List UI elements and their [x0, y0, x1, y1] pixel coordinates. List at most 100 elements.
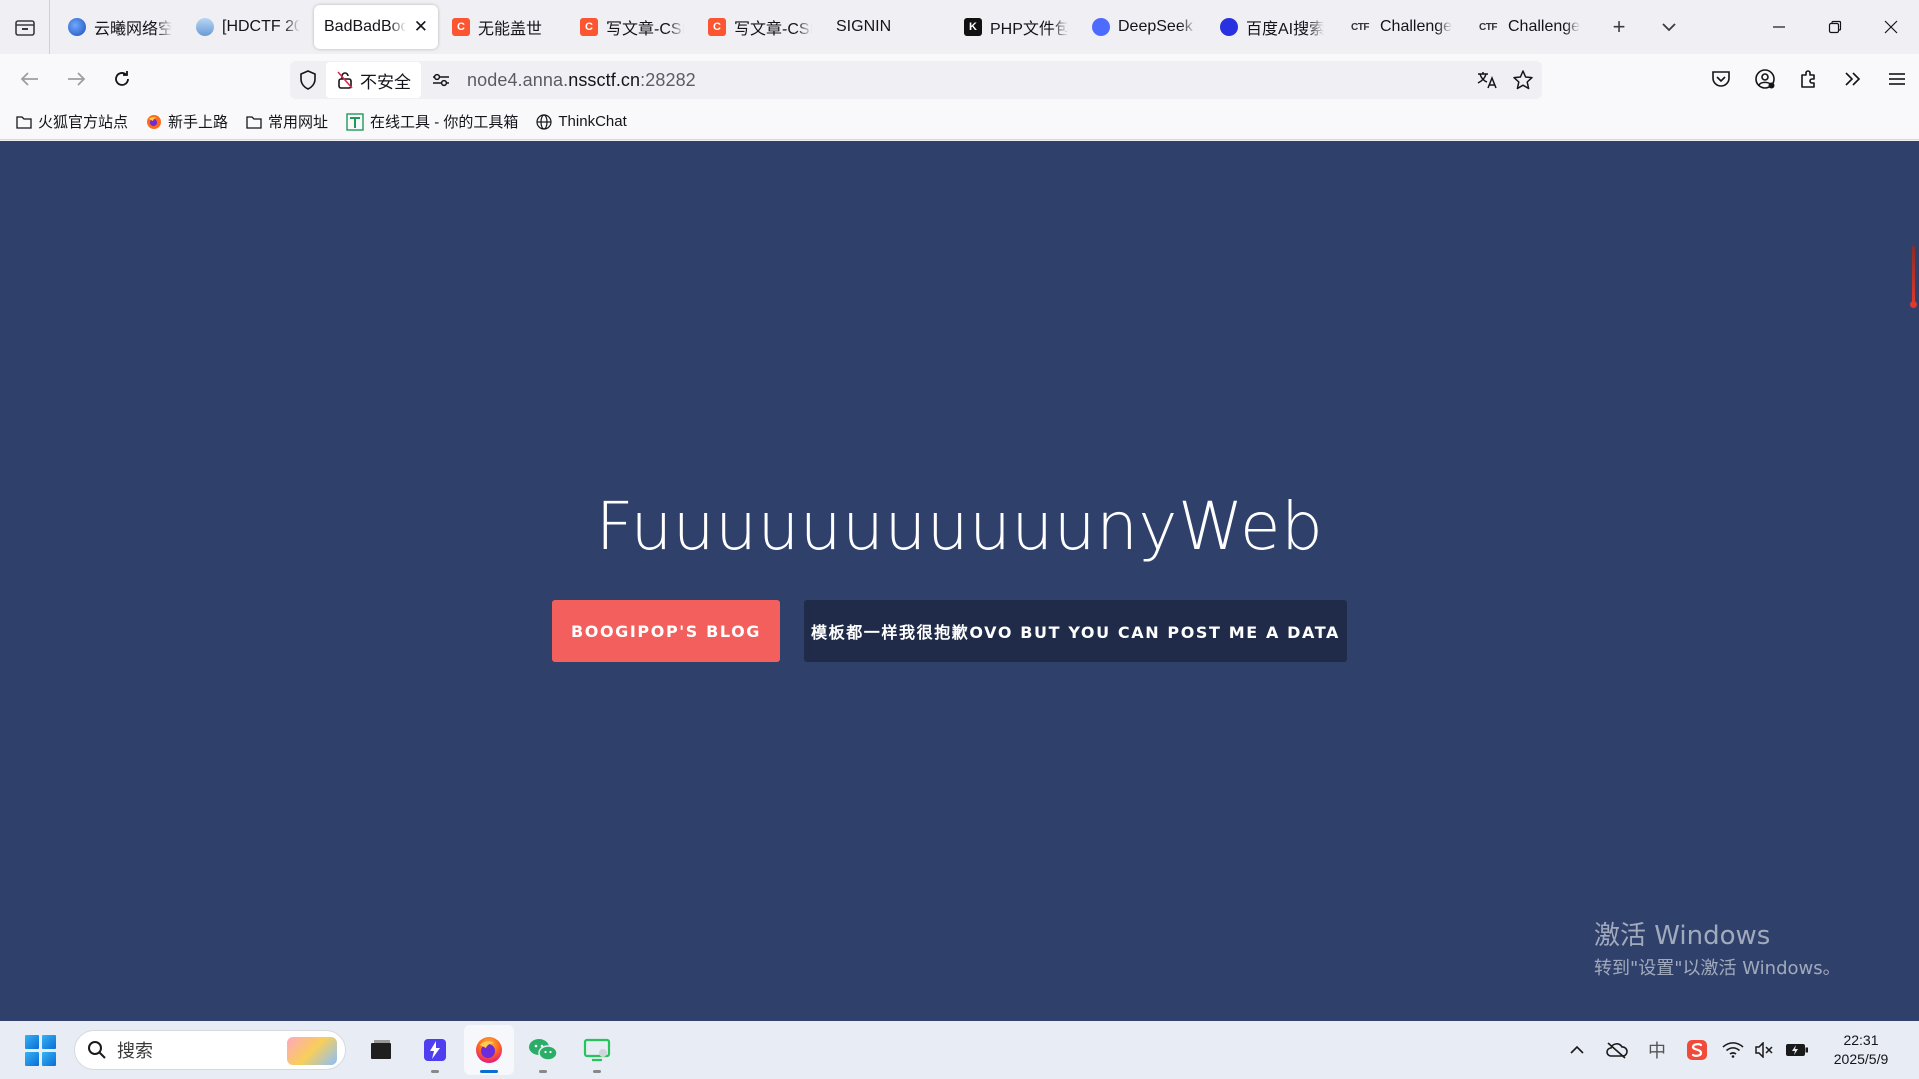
- network-tray[interactable]: [1717, 1021, 1749, 1079]
- url-text[interactable]: node4.anna.nssctf.cn:28282: [461, 70, 696, 91]
- taskbar-app-remote[interactable]: [572, 1025, 622, 1075]
- url-prefix: node4.anna.: [467, 69, 569, 90]
- bookmark-item-5[interactable]: ThinkChat: [534, 108, 628, 136]
- globe-icon: [68, 18, 86, 36]
- translate-icon[interactable]: [1476, 70, 1498, 90]
- tab-11[interactable]: CTF Challenge: [1338, 5, 1462, 49]
- tab-9[interactable]: DeepSeek: [1082, 5, 1206, 49]
- deepseek-icon: [1092, 18, 1110, 36]
- volume-tray[interactable]: [1749, 1021, 1779, 1079]
- csdn-icon: C: [708, 18, 726, 36]
- taskbar-app-task-view[interactable]: [356, 1025, 406, 1075]
- more-tools-button[interactable]: [1831, 54, 1875, 104]
- firefox-view-button[interactable]: [0, 0, 50, 54]
- taskbar-app-wechat[interactable]: [518, 1025, 568, 1075]
- firefox-view-icon: [14, 20, 35, 36]
- search-highlight-art-icon: [287, 1037, 337, 1065]
- tab-strip: 云曦网络空 [HDCTF 20 BadBadBoo ✕ C 无能盖世 C 写文章-CSI C 写文…: [0, 0, 1919, 54]
- tab-title: PHP文件包: [990, 21, 1068, 38]
- tracking-protection-button[interactable]: [290, 70, 326, 90]
- search-placeholder: 搜索: [117, 1041, 153, 1061]
- url-port: :28282: [640, 69, 696, 90]
- url-bar[interactable]: 不安全 node4.anna.nssctf.cn:28282: [290, 61, 1542, 99]
- bookmark-label: ThinkChat: [558, 113, 627, 130]
- folder-icon: [16, 115, 32, 129]
- post-data-button[interactable]: 模板都一样我很抱歉OVO BUT YOU CAN POST ME A DATA: [804, 600, 1347, 662]
- tab-5[interactable]: C 写文章-CSI: [570, 5, 694, 49]
- bookmark-item-1[interactable]: 火狐官方站点: [14, 108, 130, 136]
- wifi-icon: [1722, 1042, 1744, 1058]
- battery-tray[interactable]: [1779, 1021, 1815, 1079]
- account-button[interactable]: [1743, 54, 1787, 104]
- pocket-button[interactable]: [1699, 54, 1743, 104]
- blog-button[interactable]: BOOGIPOP'S BLOG: [552, 600, 780, 662]
- running-indicator: [539, 1070, 547, 1073]
- restore-button[interactable]: [1807, 0, 1863, 54]
- tab-title: 写文章-CSI: [606, 21, 684, 38]
- monitor-app-icon: [583, 1038, 611, 1062]
- tab-4[interactable]: C 无能盖世: [442, 5, 566, 49]
- ime-tray[interactable]: 中: [1637, 1021, 1677, 1079]
- taskbar-app-editor[interactable]: [410, 1025, 460, 1075]
- windows-logo-icon: [41, 1051, 56, 1066]
- tab-1[interactable]: 云曦网络空: [58, 5, 182, 49]
- page-title: FuuuuuuuuuuunyWeb: [595, 488, 1324, 565]
- csdn-icon: C: [580, 18, 598, 36]
- running-indicator: [593, 1070, 601, 1073]
- tab-title: Challenge: [1380, 18, 1452, 35]
- taskbar-search[interactable]: 搜索: [74, 1030, 346, 1070]
- back-button[interactable]: [8, 59, 52, 99]
- forward-button[interactable]: [54, 59, 98, 99]
- app-menu-button[interactable]: [1875, 54, 1919, 104]
- bookmark-star-icon[interactable]: [1512, 69, 1534, 91]
- pocket-icon: [1712, 71, 1730, 87]
- tab-6[interactable]: C 写文章-CSI: [698, 5, 822, 49]
- onedrive-tray[interactable]: [1597, 1021, 1637, 1079]
- close-window-button[interactable]: [1863, 0, 1919, 54]
- minimize-button[interactable]: [1751, 0, 1807, 54]
- tab-2[interactable]: [HDCTF 20: [186, 5, 310, 49]
- extensions-button[interactable]: [1787, 54, 1831, 104]
- reload-button[interactable]: [100, 59, 144, 99]
- tab-title: DeepSeek: [1118, 18, 1193, 35]
- chevron-down-icon: [1662, 23, 1676, 32]
- site-permissions-button[interactable]: [421, 72, 461, 88]
- tab-8[interactable]: K PHP文件包: [954, 5, 1078, 49]
- task-view-icon: [371, 1040, 391, 1059]
- wechat-icon: [529, 1039, 558, 1061]
- new-tab-button[interactable]: +: [1594, 0, 1644, 54]
- arrow-right-icon: [68, 72, 86, 86]
- bookmark-item-2[interactable]: 新手上路: [144, 108, 230, 136]
- plus-icon: +: [1612, 14, 1626, 39]
- windows-logo-icon: [41, 1034, 56, 1049]
- ctf-icon: CTF: [1479, 21, 1497, 33]
- unlocked-insecure-icon: [337, 71, 353, 89]
- connection-not-secure-button[interactable]: 不安全: [326, 62, 421, 98]
- running-indicator: [431, 1070, 439, 1073]
- tab-title: 无能盖世: [478, 21, 543, 38]
- start-button[interactable]: [20, 1030, 60, 1070]
- close-tab-icon[interactable]: ✕: [414, 17, 428, 37]
- tab-10[interactable]: 百度AI搜索: [1210, 5, 1334, 49]
- taskbar-clock[interactable]: 22:31 2025/5/9: [1815, 1031, 1907, 1069]
- list-all-tabs-button[interactable]: [1644, 0, 1694, 54]
- bookmark-item-4[interactable]: 在线工具 - 你的工具箱: [344, 108, 520, 136]
- tab-title: [HDCTF 20: [222, 18, 300, 35]
- tab-3[interactable]: BadBadBoo ✕: [314, 5, 438, 49]
- navigation-toolbar: 不安全 node4.anna.nssctf.cn:28282: [0, 54, 1919, 104]
- app-tray-s[interactable]: [1677, 1021, 1717, 1079]
- web-page-content: FuuuuuuuuuuunyWeb BOOGIPOP'S BLOG 模板都一样我…: [0, 141, 1919, 1021]
- ctf-icon: CTF: [1351, 21, 1369, 33]
- tab-12[interactable]: CTF Challenge: [1466, 5, 1590, 49]
- csdn-icon: C: [452, 18, 470, 36]
- bookmark-item-3[interactable]: 常用网址: [244, 108, 330, 136]
- system-tray: 中 22:31 2025/5/9: [1557, 1021, 1919, 1079]
- tab-7[interactable]: SIGNIN: [826, 5, 950, 49]
- windows-activation-watermark: 激活 Windows 转到"设置"以激活 Windows。: [1594, 915, 1841, 980]
- tab-title: BadBadBoo: [324, 18, 406, 35]
- taskbar-app-firefox[interactable]: [464, 1025, 514, 1075]
- restore-icon: [1828, 20, 1842, 34]
- show-hidden-icons-button[interactable]: [1557, 1021, 1597, 1079]
- security-label: 不安全: [360, 72, 411, 92]
- k-icon: K: [964, 18, 982, 36]
